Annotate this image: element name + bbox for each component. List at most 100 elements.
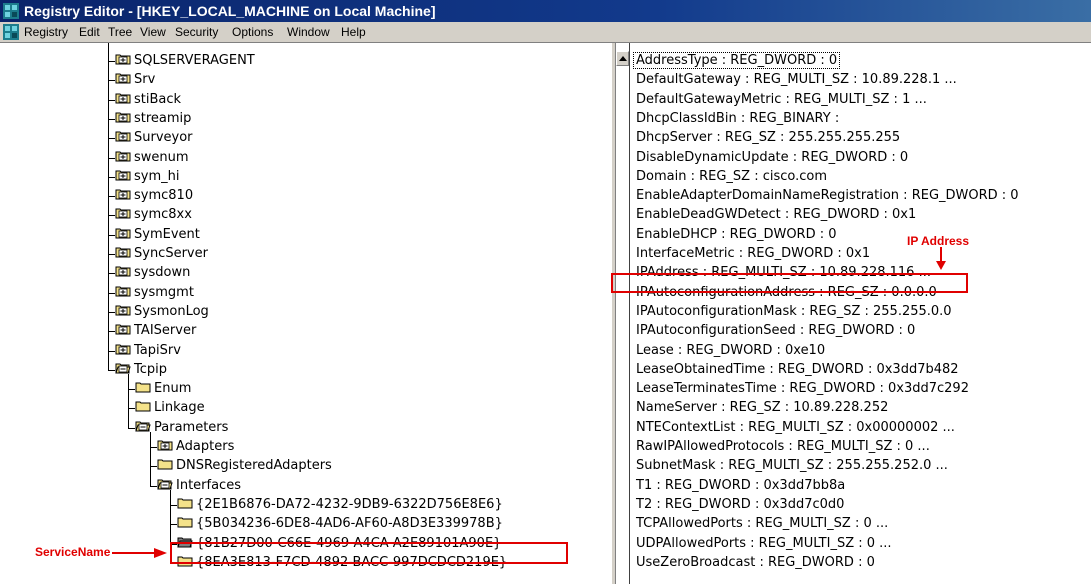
menu-security[interactable]: Security: [175, 25, 218, 39]
tree-item[interactable]: Parameters: [135, 418, 228, 437]
child-window-icon[interactable]: [3, 24, 19, 40]
tree-item[interactable]: SyncServer: [115, 244, 208, 263]
registry-value-text: DefaultGateway : REG_MULTI_SZ : 10.89.22…: [636, 72, 957, 88]
tree-branch-line: [128, 389, 135, 391]
registry-value-text: Lease : REG_DWORD : 0xe10: [636, 342, 826, 358]
tree-branch-line: [108, 99, 115, 101]
registry-value-text: IPAutoconfigurationMask : REG_SZ : 255.2…: [636, 303, 952, 319]
tree-branch-line: [108, 350, 115, 352]
folder-icon: [115, 53, 131, 65]
registry-value-row[interactable]: T1 : REG_DWORD : 0x3dd7bb8a: [636, 476, 845, 495]
tree-item[interactable]: {5B034236-6DE8-4AD6-AF60-A8D3E339978B}: [177, 514, 503, 533]
tree-item-label: SQLSERVERAGENT: [134, 53, 255, 68]
registry-value-row[interactable]: Lease : REG_DWORD : 0xe10: [636, 341, 825, 360]
tree-item[interactable]: Enum: [135, 379, 191, 398]
tree-item-label: stiBack: [134, 91, 182, 107]
up-arrow-icon: [619, 56, 627, 61]
folder-icon: [177, 516, 193, 528]
registry-value-row[interactable]: DhcpServer : REG_SZ : 255.255.255.255: [636, 128, 900, 147]
registry-value-row[interactable]: InterfaceMetric : REG_DWORD : 0x1: [636, 244, 870, 263]
menu-registry[interactable]: Registry: [24, 25, 68, 39]
registry-value-row[interactable]: Domain : REG_SZ : cisco.com: [636, 167, 827, 186]
tree-item[interactable]: SQLSERVERAGENT: [115, 51, 255, 70]
registry-value-row[interactable]: SubnetMask : REG_MULTI_SZ : 255.255.252.…: [636, 456, 948, 475]
registry-value-row[interactable]: NTEContextList : REG_MULTI_SZ : 0x000000…: [636, 418, 955, 437]
registry-value-row[interactable]: LeaseTerminatesTime : REG_DWORD : 0x3dd7…: [636, 379, 969, 398]
values-pane[interactable]: AddressType : REG_DWORD : 0 DefaultGatewa…: [629, 43, 1091, 584]
registry-value-row[interactable]: EnableDHCP : REG_DWORD : 0: [636, 225, 837, 244]
tree-item[interactable]: sysmgmt: [115, 283, 194, 302]
menu-help[interactable]: Help: [341, 25, 366, 39]
registry-value-row[interactable]: DisableDynamicUpdate : REG_DWORD : 0: [636, 148, 908, 167]
tree-item[interactable]: stiBack: [115, 90, 181, 109]
tree-guide-line: [150, 431, 151, 486]
tree-item-label: SyncServer: [134, 246, 208, 261]
tree-item[interactable]: streamip: [115, 109, 191, 128]
tree-branch-line: [170, 524, 177, 526]
registry-value-text: InterfaceMetric : REG_DWORD : 0x1: [636, 246, 871, 261]
tree-item-label: Parameters: [154, 419, 229, 435]
folder-icon: [177, 497, 193, 509]
tree-item[interactable]: Adapters: [157, 437, 234, 456]
tree-item[interactable]: Interfaces: [157, 476, 241, 495]
tree-item[interactable]: symc810: [115, 186, 193, 205]
tree-item[interactable]: SysmonLog: [115, 302, 209, 321]
tree-branch-line: [150, 466, 157, 468]
registry-value-row[interactable]: DefaultGateway : REG_MULTI_SZ : 10.89.22…: [636, 70, 957, 89]
tree-item[interactable]: symc8xx: [115, 205, 192, 224]
tree-item[interactable]: TapiSrv: [115, 341, 181, 360]
tree-item[interactable]: Tcpip: [115, 360, 167, 379]
pane-splitter[interactable]: [611, 43, 616, 584]
tree-item[interactable]: swenum: [115, 148, 189, 167]
registry-value-text: NTEContextList : REG_MULTI_SZ : 0x000000…: [636, 419, 955, 435]
registry-value-row[interactable]: LeaseObtainedTime : REG_DWORD : 0x3dd7b4…: [636, 360, 959, 379]
tree-item[interactable]: Surveyor: [115, 128, 193, 147]
tree-branch-line: [128, 408, 135, 410]
tree-branch-line: [108, 215, 115, 217]
folder-icon: [115, 92, 131, 104]
tree-item[interactable]: {2E1B6876-DA72-4232-9DB9-6322D756E8E6}: [177, 495, 503, 514]
title-bar[interactable]: Registry Editor - [HKEY_LOCAL_MACHINE on…: [0, 0, 1091, 22]
tree-item[interactable]: TAIServer: [115, 321, 196, 340]
key-tree-pane[interactable]: SQLSERVERAGENT Srv stiBack streamip Surveyor…: [0, 43, 611, 584]
tree-item[interactable]: Linkage: [135, 398, 205, 417]
registry-value-row[interactable]: TCPAllowedPorts : REG_MULTI_SZ : 0 ...: [636, 514, 888, 533]
tree-branch-line: [108, 80, 115, 82]
registry-value-row[interactable]: IPAutoconfigurationSeed : REG_DWORD : 0: [636, 321, 915, 340]
menu-options[interactable]: Options: [232, 25, 273, 39]
ip-arrow-icon: [936, 247, 946, 270]
menu-window[interactable]: Window: [287, 25, 330, 39]
registry-value-row[interactable]: RawIPAllowedProtocols : REG_MULTI_SZ : 0…: [636, 437, 930, 456]
scroll-up-button[interactable]: [616, 51, 629, 66]
registry-value-row[interactable]: IPAutoconfigurationMask : REG_SZ : 255.2…: [636, 302, 952, 321]
tree-item[interactable]: Srv: [115, 70, 155, 89]
registry-value-row[interactable]: T2 : REG_DWORD : 0x3dd7c0d0: [636, 495, 844, 514]
registry-value-row[interactable]: EnableAdapterDomainNameRegistration : RE…: [636, 186, 1019, 205]
registry-value-text: NameServer : REG_SZ : 10.89.228.252: [636, 400, 889, 416]
registry-value-text: IPAutoconfigurationSeed : REG_DWORD : 0: [636, 323, 916, 339]
menu-view[interactable]: View: [140, 25, 166, 39]
registry-value-row[interactable]: EnableDeadGWDetect : REG_DWORD : 0x1: [636, 205, 916, 224]
registry-value-row[interactable]: NameServer : REG_SZ : 10.89.228.252: [636, 398, 888, 417]
tree-item[interactable]: sym_hi: [115, 167, 179, 186]
tree-item-label: DNSRegisteredAdapters: [176, 458, 332, 474]
registry-value-row[interactable]: UDPAllowedPorts : REG_MULTI_SZ : 0 ...: [636, 534, 892, 553]
tree-item[interactable]: SymEvent: [115, 225, 200, 244]
menu-edit[interactable]: Edit: [79, 25, 100, 39]
tree-item[interactable]: DNSRegisteredAdapters: [157, 456, 332, 475]
registry-value-row[interactable]: UseZeroBroadcast : REG_DWORD : 0: [636, 553, 875, 572]
tree-item-label: Tcpip: [134, 361, 167, 377]
folder-icon: [157, 439, 173, 451]
tree-item[interactable]: sysdown: [115, 263, 190, 282]
folder-icon: [135, 420, 151, 432]
folder-icon: [115, 207, 131, 219]
registry-value-row[interactable]: DefaultGatewayMetric : REG_MULTI_SZ : 1 …: [636, 90, 927, 109]
folder-icon: [115, 246, 131, 258]
registry-value-text: EnableDHCP : REG_DWORD : 0: [636, 226, 837, 242]
folder-icon: [115, 304, 131, 316]
folder-icon: [135, 400, 151, 412]
menu-tree[interactable]: Tree: [108, 25, 132, 39]
folder-icon: [157, 478, 173, 490]
registry-value-row[interactable]: AddressType : REG_DWORD : 0: [633, 51, 841, 70]
registry-value-row[interactable]: DhcpClassIdBin : REG_BINARY :: [636, 109, 839, 128]
